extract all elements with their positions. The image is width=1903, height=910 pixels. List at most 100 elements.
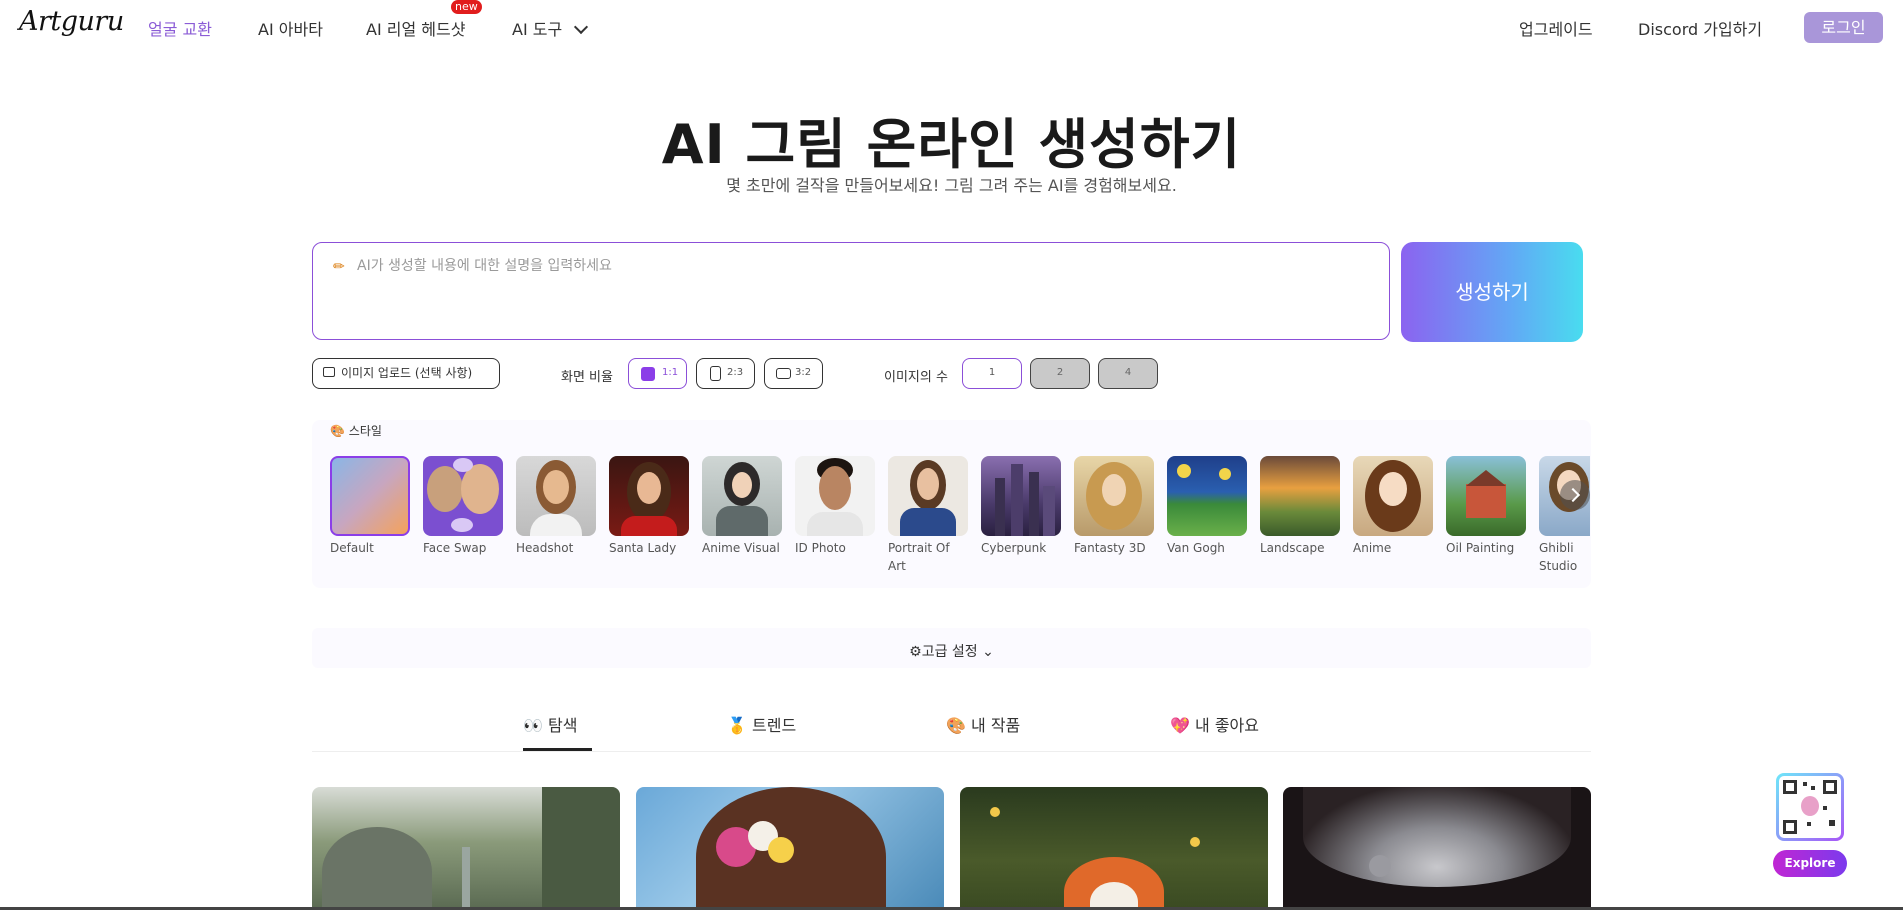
style-cyberpunk[interactable]: Cyberpunk — [981, 456, 1061, 557]
top-nav: Artguru 얼굴 교환 AI 아바타 AI 리얼 헤드샷 new AI 도구… — [0, 0, 1903, 54]
style-anime[interactable]: Anime — [1353, 456, 1433, 557]
login-button[interactable]: 로그인 — [1804, 12, 1883, 43]
page-title: AI 그림 온라인 생성하기 — [661, 113, 1242, 176]
page-subtitle: 몇 초만에 걸작을 만들어보세요! 그림 그려 주는 AI를 경험해보세요. — [726, 176, 1177, 195]
square-icon — [641, 367, 655, 381]
palette-icon: 🎨 — [330, 424, 345, 438]
image-upload-label: 이미지 업로드 (선택 사항) — [341, 366, 473, 380]
style-van-gogh[interactable]: Van Gogh — [1167, 456, 1247, 557]
advanced-settings-toggle[interactable]: ⚙고급 설정 ⌄ — [312, 641, 1591, 661]
style-id-photo[interactable]: ID Photo — [795, 456, 875, 557]
style-name: Santa Lady — [609, 541, 677, 555]
ratio-2-3-button[interactable]: 2:3 — [696, 358, 755, 389]
nav-face-swap[interactable]: 얼굴 교환 — [148, 16, 212, 40]
style-thumb — [1074, 456, 1154, 536]
tab-trend[interactable]: 🥇 트렌드 — [727, 712, 796, 736]
style-thumb — [1167, 456, 1247, 536]
pencil-icon: ✏ — [333, 259, 345, 275]
style-thumb — [795, 456, 875, 536]
style-thumb — [423, 456, 503, 536]
generate-button[interactable]: 생성하기 — [1401, 242, 1583, 342]
medal-icon: 🥇 — [727, 716, 747, 735]
eyes-icon: 👀 — [523, 716, 543, 735]
ratio-2-3-label: 2:3 — [727, 367, 744, 378]
prompt-input[interactable] — [355, 257, 1379, 275]
nav-ai-tools[interactable]: AI 도구 — [512, 16, 589, 40]
image-icon — [323, 367, 335, 377]
tab-my-likes-label: 내 좋아요 — [1195, 716, 1259, 735]
style-name: Portrait Of Art — [888, 541, 950, 573]
style-ghibli-studio[interactable]: Ghibli Studio — [1539, 456, 1590, 575]
nav-ai-headshot[interactable]: AI 리얼 헤드샷 — [366, 16, 465, 40]
count-1-button[interactable]: 1 — [962, 358, 1022, 389]
ratio-1-1-label: 1:1 — [662, 367, 679, 378]
style-name: Default — [330, 541, 374, 555]
styles-next-arrow-icon[interactable] — [1560, 480, 1590, 510]
prompt-box[interactable]: ✏ — [312, 242, 1390, 340]
advanced-settings-bar[interactable]: ⚙고급 설정 ⌄ — [312, 628, 1591, 668]
chevron-down-icon — [574, 19, 589, 35]
upgrade-link[interactable]: 업그레이드 — [1519, 16, 1593, 40]
style-name: Oil Painting — [1446, 541, 1515, 555]
style-default[interactable]: Default — [330, 456, 410, 557]
style-santa-lady[interactable]: Santa Lady — [609, 456, 689, 557]
style-thumb — [1446, 456, 1526, 536]
style-header: 🎨 스타일 — [330, 422, 382, 439]
portrait-icon — [710, 366, 721, 381]
nav-ai-avatar[interactable]: AI 아바타 — [258, 16, 323, 40]
style-name: Headshot — [516, 541, 574, 555]
tab-my-works[interactable]: 🎨 내 작품 — [946, 712, 1020, 736]
style-name: Anime Visual — [702, 541, 780, 555]
discord-link[interactable]: Discord 가입하기 — [1638, 16, 1762, 40]
style-portrait-of-art[interactable]: Portrait Of Art — [888, 456, 968, 575]
style-name: Cyberpunk — [981, 541, 1047, 555]
image-count-label: 이미지의 수 — [884, 370, 948, 385]
qr-code[interactable] — [1776, 773, 1844, 841]
style-thumb — [330, 456, 410, 536]
style-name: Van Gogh — [1167, 541, 1225, 555]
ratio-3-2-label: 3:2 — [795, 367, 812, 378]
explore-button[interactable]: Explore — [1773, 850, 1847, 877]
style-name: Face Swap — [423, 541, 487, 555]
style-thumb — [888, 456, 968, 536]
nav-ai-tools-label: AI 도구 — [512, 20, 563, 39]
tab-explore[interactable]: 👀 탐색 — [523, 712, 577, 736]
landscape-icon — [776, 368, 791, 379]
count-4-button[interactable]: 4 — [1098, 358, 1158, 389]
style-thumb — [702, 456, 782, 536]
style-anime-visual[interactable]: Anime Visual — [702, 456, 782, 557]
tab-trend-label: 트렌드 — [752, 716, 797, 735]
style-thumb — [1353, 456, 1433, 536]
style-name: Ghibli Studio — [1539, 541, 1578, 573]
ratio-3-2-button[interactable]: 3:2 — [764, 358, 823, 389]
style-thumb — [1260, 456, 1340, 536]
style-landscape[interactable]: Landscape — [1260, 456, 1340, 557]
style-name: ID Photo — [795, 541, 846, 555]
heart-icon: 💖 — [1170, 716, 1190, 735]
style-thumb — [609, 456, 689, 536]
style-header-label: 스타일 — [348, 424, 382, 438]
aspect-ratio-label: 화면 비율 — [561, 370, 613, 385]
gallery-item[interactable] — [1283, 787, 1591, 910]
style-name: Fantasty 3D — [1074, 541, 1146, 555]
palette-icon: 🎨 — [946, 716, 966, 735]
ratio-1-1-button[interactable]: 1:1 — [628, 358, 687, 389]
gallery-item[interactable] — [960, 787, 1268, 910]
style-thumb — [516, 456, 596, 536]
gallery-item[interactable] — [636, 787, 944, 910]
style-name: Landscape — [1260, 541, 1325, 555]
gallery-item[interactable] — [312, 787, 620, 910]
tab-my-works-label: 내 작품 — [971, 716, 1021, 735]
tab-my-likes[interactable]: 💖 내 좋아요 — [1170, 712, 1259, 736]
tab-divider — [312, 751, 1591, 752]
style-face-swap[interactable]: Face Swap — [423, 456, 503, 557]
qr-code-icon — [1779, 776, 1841, 838]
style-headshot[interactable]: Headshot — [516, 456, 596, 557]
tab-explore-label: 탐색 — [548, 716, 578, 735]
style-oil-painting[interactable]: Oil Painting — [1446, 456, 1526, 557]
image-upload-button[interactable]: 이미지 업로드 (선택 사항) — [312, 358, 500, 389]
count-2-button[interactable]: 2 — [1030, 358, 1090, 389]
style-name: Anime — [1353, 541, 1392, 555]
style-fantasty-3d[interactable]: Fantasty 3D — [1074, 456, 1154, 557]
artguru-logo[interactable]: Artguru — [19, 6, 124, 37]
